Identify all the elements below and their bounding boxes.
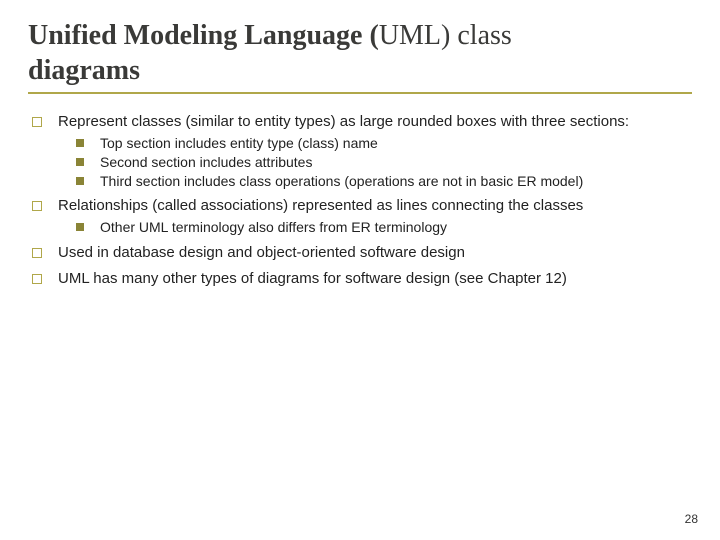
square-bullet-icon bbox=[32, 248, 42, 258]
square-bullet-icon bbox=[32, 117, 42, 127]
filled-square-icon bbox=[76, 158, 84, 166]
filled-square-icon bbox=[76, 177, 84, 185]
sub-list: Top section includes entity type (class)… bbox=[76, 134, 692, 191]
title-paren: UML) class bbox=[379, 20, 512, 51]
sub-bullet-text: Other UML terminology also differs from … bbox=[100, 219, 447, 235]
bullet-text: Represent classes (similar to entity typ… bbox=[58, 113, 629, 130]
list-item: Used in database design and object-orien… bbox=[32, 243, 692, 263]
bullet-text: UML has many other types of diagrams for… bbox=[58, 270, 567, 287]
square-bullet-icon bbox=[32, 201, 42, 211]
sub-list: Other UML terminology also differs from … bbox=[76, 218, 692, 237]
bullet-text: Used in database design and object-orien… bbox=[58, 244, 465, 261]
list-item: UML has many other types of diagrams for… bbox=[32, 269, 692, 289]
bullet-text: Relationships (called associations) repr… bbox=[58, 197, 583, 214]
title-part1: Unified Modeling Language ( bbox=[28, 20, 379, 51]
square-bullet-icon bbox=[32, 274, 42, 284]
sub-bullet-text: Top section includes entity type (class)… bbox=[100, 135, 378, 151]
list-item: Top section includes entity type (class)… bbox=[76, 134, 692, 153]
list-item: Other UML terminology also differs from … bbox=[76, 218, 692, 237]
slide-content: Represent classes (similar to entity typ… bbox=[28, 112, 692, 289]
list-item: Represent classes (similar to entity typ… bbox=[32, 112, 692, 190]
sub-bullet-text: Second section includes attributes bbox=[100, 154, 312, 170]
list-item: Relationships (called associations) repr… bbox=[32, 196, 692, 237]
list-item: Second section includes attributes bbox=[76, 153, 692, 172]
list-item: Third section includes class operations … bbox=[76, 172, 692, 191]
sub-bullet-text: Third section includes class operations … bbox=[100, 173, 583, 189]
title-line2: diagrams bbox=[28, 55, 140, 86]
filled-square-icon bbox=[76, 139, 84, 147]
page-number: 28 bbox=[685, 512, 698, 526]
slide-title: Unified Modeling Language (UML) class di… bbox=[28, 18, 692, 94]
bullet-list: Represent classes (similar to entity typ… bbox=[32, 112, 692, 289]
filled-square-icon bbox=[76, 223, 84, 231]
